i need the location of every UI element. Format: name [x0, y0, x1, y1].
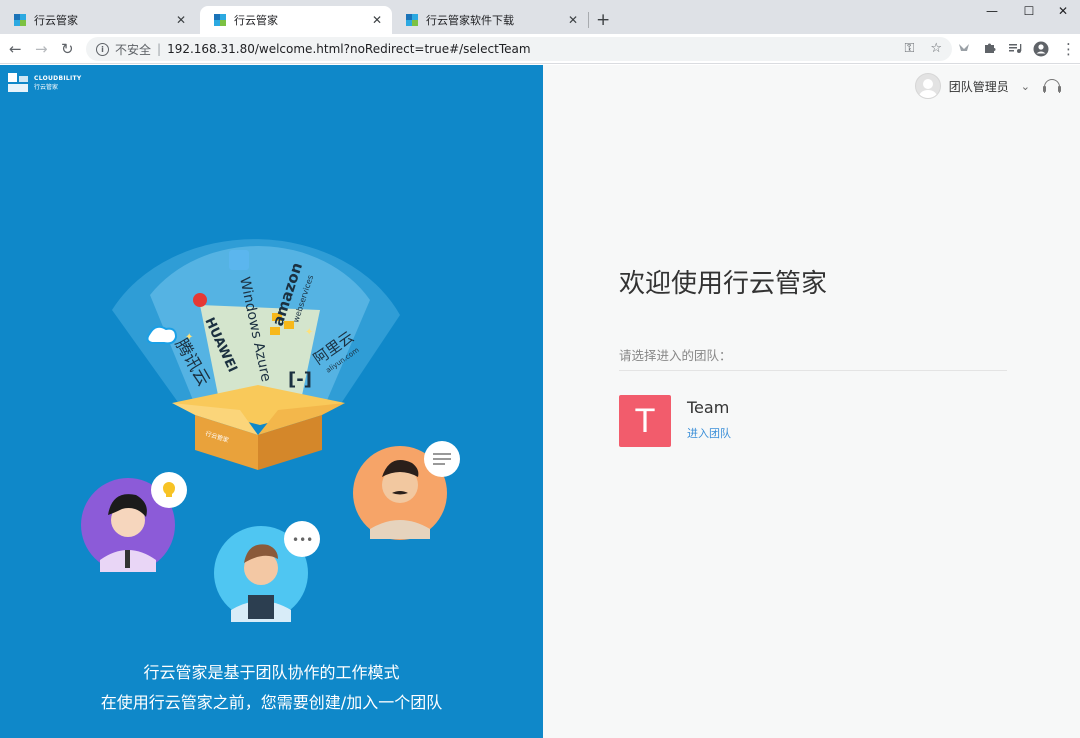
- close-tab-icon[interactable]: ✕: [568, 13, 578, 27]
- team-name: Team: [687, 398, 730, 417]
- avatar-man-mustache: [353, 441, 460, 540]
- select-team-label: 请选择进入的团队：: [619, 348, 732, 363]
- cloudbility-favicon-icon: [14, 14, 26, 26]
- team-avatar[interactable]: T: [619, 395, 671, 447]
- tab-title: 行云管家: [234, 14, 278, 27]
- browser-toolbar: ← → ↻ i 不安全 | 192.168.31.80/welcome.html…: [0, 34, 1080, 64]
- tab-3[interactable]: 行云管家软件下载 ✕: [392, 6, 588, 34]
- cloudbility-favicon-icon: [406, 14, 418, 26]
- address-bar[interactable]: i 不安全 | 192.168.31.80/welcome.html?noRed…: [86, 37, 952, 61]
- sparkle-icon: ✦: [305, 327, 313, 338]
- team-card[interactable]: T Team 进入团队: [619, 395, 731, 447]
- headset-icon[interactable]: [1043, 79, 1061, 93]
- divider: [619, 370, 1007, 371]
- forward-button[interactable]: →: [35, 40, 48, 58]
- minimize-button[interactable]: —: [972, 4, 1012, 18]
- menu-icon[interactable]: ⋮: [1061, 41, 1076, 57]
- avatar-man-thinking: •••: [214, 521, 320, 622]
- tab-title: 行云管家: [34, 14, 78, 27]
- close-window-button[interactable]: ✕: [1043, 4, 1080, 18]
- puzzle-icon[interactable]: [983, 41, 997, 60]
- user-name[interactable]: 团队管理员: [949, 78, 1009, 95]
- aws-cube-icon: [270, 327, 280, 335]
- text-lines-icon: [433, 453, 451, 455]
- welcome-title: 欢迎使用行云管家: [619, 269, 828, 299]
- chevron-down-icon[interactable]: ⌄: [1021, 80, 1030, 93]
- tab-title: 行云管家软件下载: [426, 14, 514, 27]
- intro-caption-line1: 行云管家是基于团队协作的工作模式: [143, 663, 400, 682]
- avatar-suit: [248, 595, 274, 619]
- security-label[interactable]: 不安全: [115, 41, 151, 58]
- avatar[interactable]: [914, 73, 941, 99]
- tab-strip: 行云管家 ✕ 行云管家 ✕ 行云管家软件下载 ✕ + — ☐ ✕: [0, 0, 1080, 34]
- avatar-tie: [125, 550, 130, 568]
- info-icon[interactable]: i: [96, 42, 109, 56]
- avatar-woman: [81, 472, 187, 572]
- star-icon[interactable]: ☆: [930, 41, 942, 56]
- tencent-cloud-icon: [146, 325, 178, 345]
- intro-panel: CLOUDBILITY 行云管家 ✦ ✦ ✦ 行云管家 腾讯云 HUAWEI W…: [0, 65, 543, 738]
- reload-button[interactable]: ↻: [61, 40, 74, 58]
- cloud-box-illustration: ✦ ✦ ✦ 行云管家 腾讯云 HUAWEI Windows Azure amaz…: [81, 239, 460, 622]
- ellipsis-icon: •••: [292, 533, 313, 547]
- new-tab-button[interactable]: +: [596, 11, 610, 29]
- url-text[interactable]: 192.168.31.80/welcome.html?noRedirect=tr…: [167, 42, 530, 56]
- playlist-icon[interactable]: [1008, 41, 1022, 60]
- bird-icon[interactable]: [957, 41, 971, 60]
- back-button[interactable]: ←: [9, 40, 22, 58]
- aliyun-bracket-icon: [-]: [288, 369, 312, 390]
- close-tab-icon[interactable]: ✕: [176, 13, 186, 27]
- intro-caption-line2: 在使用行云管家之前，您需要创建/加入一个团队: [100, 693, 443, 712]
- profile-icon[interactable]: [1033, 41, 1049, 62]
- tab-1[interactable]: 行云管家 ✕: [0, 6, 196, 34]
- huawei-flower-icon: [193, 293, 207, 307]
- close-tab-icon[interactable]: ✕: [372, 13, 382, 27]
- address-separator: |: [157, 42, 162, 56]
- key-icon[interactable]: ⚿: [904, 41, 914, 56]
- enter-team-link[interactable]: 进入团队: [687, 425, 731, 441]
- tab-separator: [588, 12, 589, 28]
- tab-2[interactable]: 行云管家 ✕: [200, 6, 392, 34]
- user-menu[interactable]: 团队管理员 ⌄: [914, 73, 1030, 99]
- windows-icon: [229, 250, 249, 270]
- team-select-panel: 团队管理员 ⌄ 欢迎使用行云管家 请选择进入的团队： T Team 进入团队: [543, 65, 1080, 738]
- cloudbility-favicon-icon: [214, 14, 226, 26]
